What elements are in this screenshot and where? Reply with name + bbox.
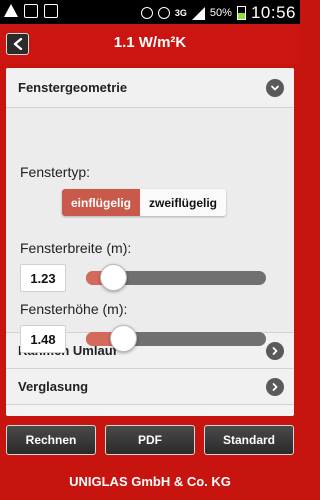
window-height-label: Fensterhöhe (m): xyxy=(20,301,128,317)
section-header-fenstergeometrie[interactable]: Fenstergeometrie xyxy=(6,68,294,108)
window-width-slider[interactable] xyxy=(86,264,266,291)
action-bar: Rechnen PDF Standard xyxy=(0,420,300,460)
mute-icon xyxy=(140,7,153,19)
image-icon xyxy=(24,4,38,18)
store-icon xyxy=(44,4,58,18)
status-system: 3G 50% 10:56 xyxy=(140,3,296,23)
status-bar: 3G 50% 10:56 xyxy=(0,0,300,24)
pdf-button[interactable]: PDF xyxy=(105,425,195,455)
company-footer: UNIGLAS GmbH & Co. KG xyxy=(69,473,231,489)
window-height-slider[interactable] xyxy=(86,325,266,352)
status-notifications xyxy=(4,4,58,18)
window-height-input[interactable]: 1.48 xyxy=(20,325,66,353)
geometry-panel: Fenstertyp: einflügelig zweiflügelig Fen… xyxy=(6,108,294,353)
standard-button[interactable]: Standard xyxy=(204,425,294,455)
section-title: Fenstergeometrie xyxy=(18,80,128,95)
calculate-button[interactable]: Rechnen xyxy=(6,425,96,455)
option-einfluegelig[interactable]: einflügelig xyxy=(62,189,140,216)
window-width-label: Fensterbreite (m): xyxy=(20,240,132,256)
window-type-label: Fenstertyp: xyxy=(20,164,91,180)
section-title: Verglasung xyxy=(18,379,89,394)
battery-percent: 50% xyxy=(209,7,232,19)
option-zweifluegelig[interactable]: zweiflügelig xyxy=(140,189,227,216)
title-bar: 1.1 W/m²K xyxy=(0,24,300,64)
chevron-right-icon[interactable] xyxy=(266,341,284,360)
chevron-right-icon[interactable] xyxy=(266,377,284,396)
chevron-down-icon[interactable] xyxy=(266,78,284,97)
clock: 10:56 xyxy=(250,3,296,22)
warning-icon xyxy=(4,4,18,17)
network-type: 3G xyxy=(174,8,187,18)
signal-icon xyxy=(191,6,205,20)
window-type-toggle: einflügelig zweiflügelig xyxy=(62,189,227,216)
section-header-verglasung[interactable]: Verglasung xyxy=(6,369,294,405)
battery-icon xyxy=(236,6,246,20)
page-title: 1.1 W/m²K xyxy=(113,34,187,51)
width-slider-thumb[interactable] xyxy=(99,264,127,291)
alarm-icon xyxy=(157,7,170,19)
window-width-input[interactable]: 1.23 xyxy=(20,264,66,292)
settings-panel: Fenstergeometrie Fenstertyp: einflügelig… xyxy=(6,68,294,416)
